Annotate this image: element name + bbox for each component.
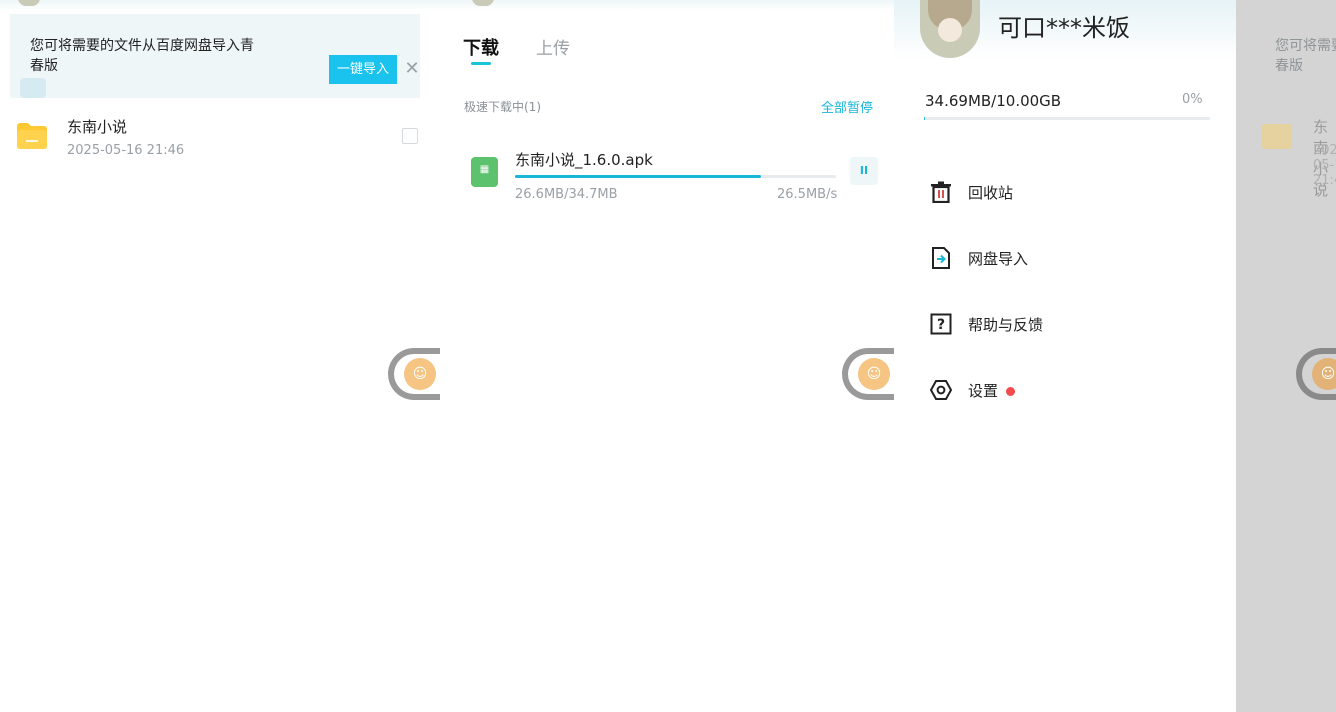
file-list-panel: 您可将需要的文件从百度网盘导入青春版 一键导入 ✕ 东南小说 2025-05-1…	[0, 0, 442, 712]
svg-text:?: ?	[937, 317, 945, 333]
menu-label: 回收站	[968, 184, 1014, 202]
settings-icon	[930, 380, 952, 400]
trash-icon	[931, 181, 951, 203]
menu-item-recycle-bin[interactable]: 回收站	[930, 177, 1210, 207]
assist-button-ring: ☺	[394, 354, 442, 394]
menu-label: 帮助与反馈	[968, 316, 1044, 334]
banner-text: 您可将需要的文件从百度网盘导入青春版	[1275, 38, 1336, 74]
tab-download[interactable]: 下载	[463, 34, 499, 60]
section-label: 极速下载中(1)	[464, 100, 541, 114]
assist-button-ring: ☺	[1302, 354, 1336, 394]
floating-assist-button[interactable]: ☺	[1296, 348, 1336, 400]
close-icon[interactable]: ✕	[403, 58, 421, 80]
folder-icon	[17, 123, 47, 149]
menu-item-settings[interactable]: 设置	[930, 375, 1210, 405]
avatar-face	[938, 18, 962, 42]
select-checkbox[interactable]	[402, 128, 418, 144]
menu-item-help-feedback[interactable]: ? 帮助与反馈	[930, 309, 1210, 339]
pause-icon[interactable]: II	[850, 157, 878, 185]
menu-label: 网盘导入	[968, 250, 1029, 268]
avatar[interactable]	[18, 0, 40, 6]
user-menu-panel: 可口***米饭 34.69MB/10.00GB 0% 回收站 网盘导入 ? 帮助…	[894, 0, 1236, 712]
menu-item-netdisk-import[interactable]: 网盘导入	[930, 243, 1210, 273]
tab-upload[interactable]: 上传	[536, 34, 570, 59]
download-speed: 26.5MB/s	[777, 187, 838, 202]
download-progress-bar	[515, 175, 836, 178]
accessibility-icon: ☺	[858, 358, 890, 390]
download-file-name: 东南小说_1.6.0.apk	[515, 151, 653, 169]
accessibility-icon: ☺	[404, 358, 436, 390]
help-icon: ?	[930, 313, 952, 335]
top-bar	[440, 0, 894, 10]
dimmed-file-list-panel[interactable]: 您可将需要的文件从百度网盘导入青春版 东南小说 2025-05-16 21:46…	[1236, 0, 1336, 712]
avatar[interactable]	[920, 0, 980, 58]
assist-button-ring: ☺	[848, 354, 896, 394]
folder-icon	[1262, 124, 1292, 149]
download-size: 26.6MB/34.7MB	[515, 187, 618, 202]
file-name: 东南小说	[67, 118, 128, 136]
accessibility-icon: ☺	[1312, 358, 1336, 390]
notification-dot	[1006, 387, 1015, 396]
storage-percent: 0%	[1182, 92, 1203, 107]
file-date: 2025-05-16 21:46	[67, 143, 185, 158]
banner-text: 您可将需要的文件从百度网盘导入青春版	[30, 38, 254, 74]
download-progress-fill	[515, 175, 762, 178]
storage-bar	[924, 117, 1210, 120]
screen: 您可将需要的文件从百度网盘导入青春版 一键导入 ✕ 东南小说 2025-05-1…	[0, 0, 1336, 712]
storage-usage: 34.69MB/10.00GB	[925, 92, 1062, 110]
floating-assist-button[interactable]: ☺	[388, 348, 442, 400]
menu-label: 设置	[968, 382, 999, 400]
transfer-panel: 下载 上传 极速下载中(1) 全部暂停 ▦ 东南小说_1.6.0.apk 26.…	[440, 0, 896, 712]
pause-all-button[interactable]: 全部暂停	[821, 97, 873, 116]
file-date: 2025-05-16 21:46	[1313, 143, 1336, 188]
user-name[interactable]: 可口***米饭	[998, 8, 1130, 43]
import-banner: 您可将需要的文件从百度网盘导入青春版 一键导入 ✕	[10, 14, 420, 98]
list-item[interactable]: 东南小说 2025-05-16 21:46	[0, 108, 440, 164]
android-apk-icon: ▦	[471, 157, 498, 187]
top-bar	[0, 0, 440, 10]
one-click-import-button[interactable]: 一键导入	[329, 55, 397, 84]
import-arrow-icon	[20, 78, 46, 98]
floating-assist-button[interactable]: ☺	[842, 348, 896, 400]
storage-bar-fill	[924, 117, 926, 120]
tab-indicator	[471, 62, 491, 65]
import-icon	[932, 247, 950, 269]
avatar[interactable]	[472, 0, 494, 6]
